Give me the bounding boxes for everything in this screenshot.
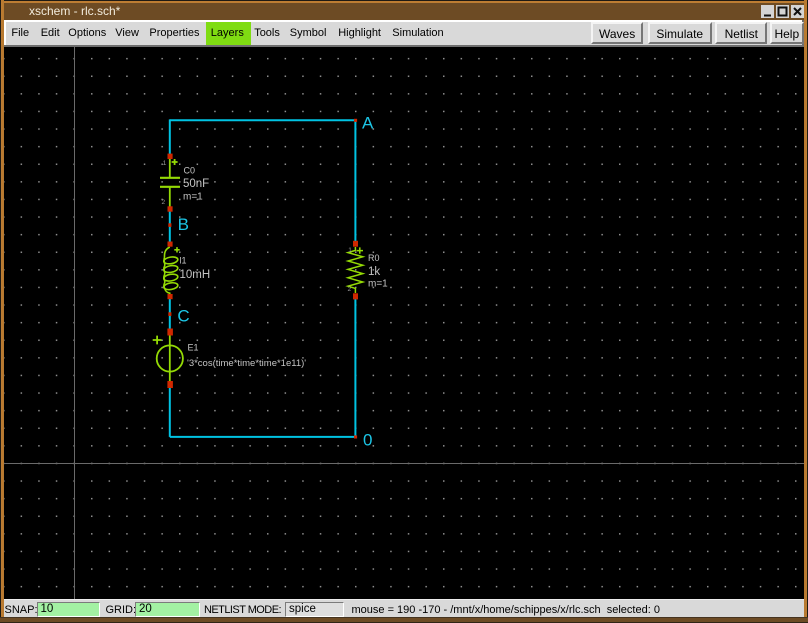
svg-text:B: B <box>178 215 189 234</box>
svg-text:A: A <box>362 113 374 132</box>
svg-text:1k: 1k <box>368 266 380 278</box>
svg-text:2: 2 <box>348 286 352 293</box>
svg-text:m=1: m=1 <box>183 192 203 203</box>
svg-text:50nF: 50nF <box>183 178 209 190</box>
svg-text:1: 1 <box>163 160 167 167</box>
svg-text:C0: C0 <box>184 166 196 176</box>
svg-text:m=1: m=1 <box>368 279 388 290</box>
svg-text:2: 2 <box>162 199 166 206</box>
svg-text:10mH: 10mH <box>180 269 211 281</box>
svg-text:R0: R0 <box>368 253 380 263</box>
svg-text:0: 0 <box>363 431 372 450</box>
svg-text:'3*cos(time*time*time*1e11)': '3*cos(time*time*time*1e11)' <box>187 358 306 369</box>
svg-text:l1: l1 <box>180 256 187 266</box>
svg-text:E1: E1 <box>188 343 199 353</box>
svg-text:1: 1 <box>348 247 352 254</box>
svg-text:C: C <box>177 306 189 325</box>
